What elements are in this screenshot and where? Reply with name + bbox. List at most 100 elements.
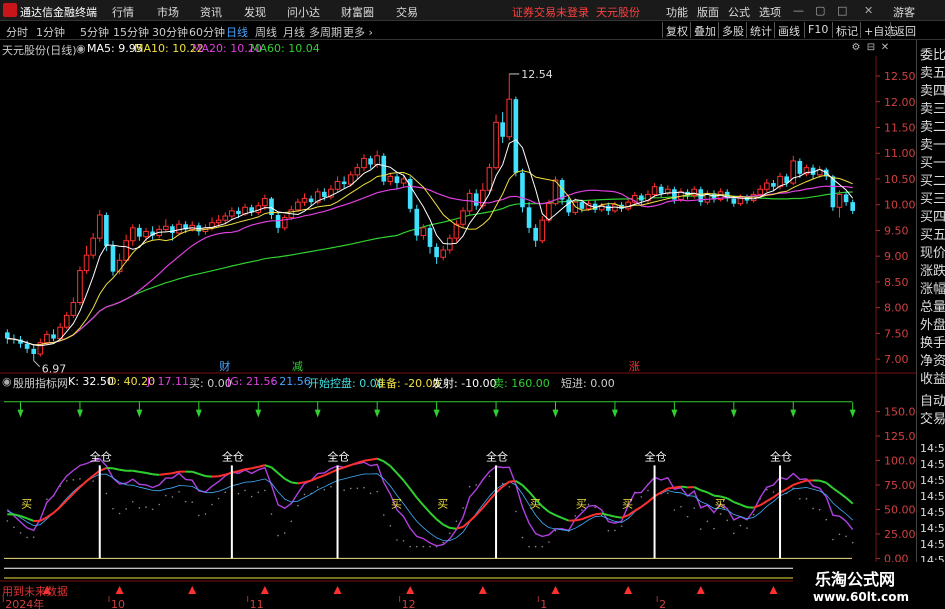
tab-more[interactable]: 更多 ›	[343, 24, 373, 40]
settings-icon[interactable]: ⚙	[851, 43, 861, 53]
trend-segment	[515, 480, 523, 486]
tab-monthly[interactable]: 月线	[283, 24, 305, 40]
tab-1min[interactable]: 1分钟	[36, 24, 65, 40]
restore-icon[interactable]: ▢	[815, 4, 825, 17]
side-item[interactable]: 卖四	[920, 84, 945, 100]
side-item[interactable]: 买五	[920, 228, 945, 244]
menu-options[interactable]: 选项	[759, 4, 781, 20]
settings-gear-icon[interactable]: ◉	[76, 42, 86, 55]
side-item[interactable]: 收益	[920, 372, 945, 388]
tool-stats[interactable]: 统计	[746, 22, 775, 38]
side-item[interactable]: 买三	[920, 192, 945, 208]
tab-5min[interactable]: 5分钟	[80, 24, 109, 40]
app-logo-icon	[3, 3, 17, 17]
side-item[interactable]: 卖二	[920, 120, 945, 136]
trend-segment	[304, 479, 312, 484]
tool-mark[interactable]: 标记	[832, 22, 861, 38]
menu-wealth[interactable]: 财富圈	[341, 4, 374, 20]
tool-adjust[interactable]: 复权	[662, 22, 691, 38]
chart-canvas[interactable]: 12.546.97 财减涨 12.5012.0011.5011.0010.5010…	[0, 0, 945, 609]
candle-body-up	[420, 227, 427, 237]
tab-60min[interactable]: 60分钟	[189, 24, 225, 40]
buy-label: 买	[437, 498, 448, 511]
tab-intraday[interactable]: 分时	[6, 24, 28, 40]
menu-function[interactable]: 功能	[666, 4, 688, 20]
dotted-point	[145, 506, 147, 508]
side-item[interactable]: 涨跌	[920, 264, 945, 280]
menu-market[interactable]: 市场	[157, 4, 179, 20]
trend-segment	[680, 485, 688, 489]
side-time: 14:56	[920, 538, 945, 551]
side-item[interactable]: 交易	[920, 412, 945, 428]
trend-segment	[402, 479, 411, 490]
dotted-point	[316, 486, 319, 488]
menu-layout[interactable]: 版面	[697, 4, 719, 20]
maximize-icon[interactable]: □	[837, 4, 847, 17]
trend-segment	[429, 511, 438, 521]
price-tick-label: 9.50	[884, 224, 909, 237]
ind-tick-label: 50.00	[884, 503, 916, 516]
side-item[interactable]: 现价	[920, 246, 945, 262]
minimize-icon[interactable]: —	[793, 4, 804, 17]
dotted-point	[455, 520, 458, 522]
tab-daily[interactable]: 日线	[226, 24, 248, 40]
tool-multi-stock[interactable]: 多股	[718, 22, 747, 38]
tab-weekly[interactable]: 周线	[255, 24, 277, 40]
menu-discover[interactable]: 发现	[244, 4, 266, 20]
dotted-point	[534, 545, 537, 548]
side-item[interactable]: 卖三	[920, 102, 945, 118]
menu-ask[interactable]: 问小达	[287, 4, 320, 20]
trend-segment	[435, 518, 444, 526]
dotted-point	[574, 515, 577, 517]
side-item[interactable]: 买四	[920, 210, 945, 226]
menu-trade[interactable]: 交易	[396, 4, 418, 20]
tab-30min[interactable]: 30分钟	[152, 24, 188, 40]
tool-overlay[interactable]: 叠加	[690, 22, 719, 38]
indicator-legend: ◉ 殷朋指标网 K: 32.50 D: 40.20 J: 17.11 买: 0.…	[0, 373, 870, 390]
close-pane-icon[interactable]: ✕	[880, 43, 890, 53]
dotted-point	[79, 477, 81, 480]
tool-f10[interactable]: F10	[804, 22, 831, 38]
side-item[interactable]: 委比	[920, 48, 945, 64]
side-item[interactable]: 卖一	[920, 138, 945, 154]
side-item[interactable]: 买二	[920, 174, 945, 190]
login-notice[interactable]: 证券交易未登录 天元股份	[512, 4, 640, 20]
side-item[interactable]: 净资	[920, 354, 945, 370]
side-item[interactable]: 买一	[920, 156, 945, 172]
side-item[interactable]: 自动	[920, 394, 945, 410]
candle-body-up	[354, 167, 361, 176]
candle-body-up	[129, 227, 136, 242]
buy-label: 买	[715, 498, 726, 511]
side-item[interactable]: 卖五	[920, 66, 945, 82]
side-item[interactable]: 换手	[920, 336, 945, 352]
trend-segment	[422, 504, 431, 514]
collapse-icon[interactable]: ⊟	[866, 43, 876, 53]
dotted-point	[369, 492, 372, 495]
tool-back[interactable]: 返回	[890, 22, 919, 38]
menu-news[interactable]: 资讯	[200, 4, 222, 20]
guest-label[interactable]: 游客	[893, 4, 915, 20]
dotted-point	[303, 493, 306, 496]
close-icon[interactable]: ✕	[864, 4, 873, 17]
candle-body-down	[639, 195, 644, 201]
side-item[interactable]: 总量	[920, 300, 945, 316]
menu-quotes[interactable]: 行情	[112, 4, 134, 20]
dotted-point	[171, 496, 174, 498]
candle-body-up	[400, 178, 407, 184]
tab-multi-period[interactable]: 多周期	[309, 24, 342, 40]
dotted-point	[693, 507, 695, 509]
candle-body-down	[513, 99, 519, 173]
tool-draw[interactable]: 画线	[774, 22, 803, 38]
dotted-point	[832, 538, 834, 541]
tab-15min[interactable]: 15分钟	[113, 24, 149, 40]
side-item[interactable]: 涨幅	[920, 282, 945, 298]
indicator-gear-icon[interactable]: ◉	[2, 375, 12, 388]
candle-layer	[4, 73, 856, 361]
side-item[interactable]: 外盘	[920, 318, 945, 334]
trend-segment	[297, 481, 305, 485]
menu-formula[interactable]: 公式	[728, 4, 750, 20]
ind-tick-label: 150.0	[884, 406, 916, 419]
indicator-jg2: : 21.56	[272, 375, 311, 388]
indicator-jg: JG: 21.56	[227, 375, 278, 388]
trend-segment	[759, 500, 768, 507]
